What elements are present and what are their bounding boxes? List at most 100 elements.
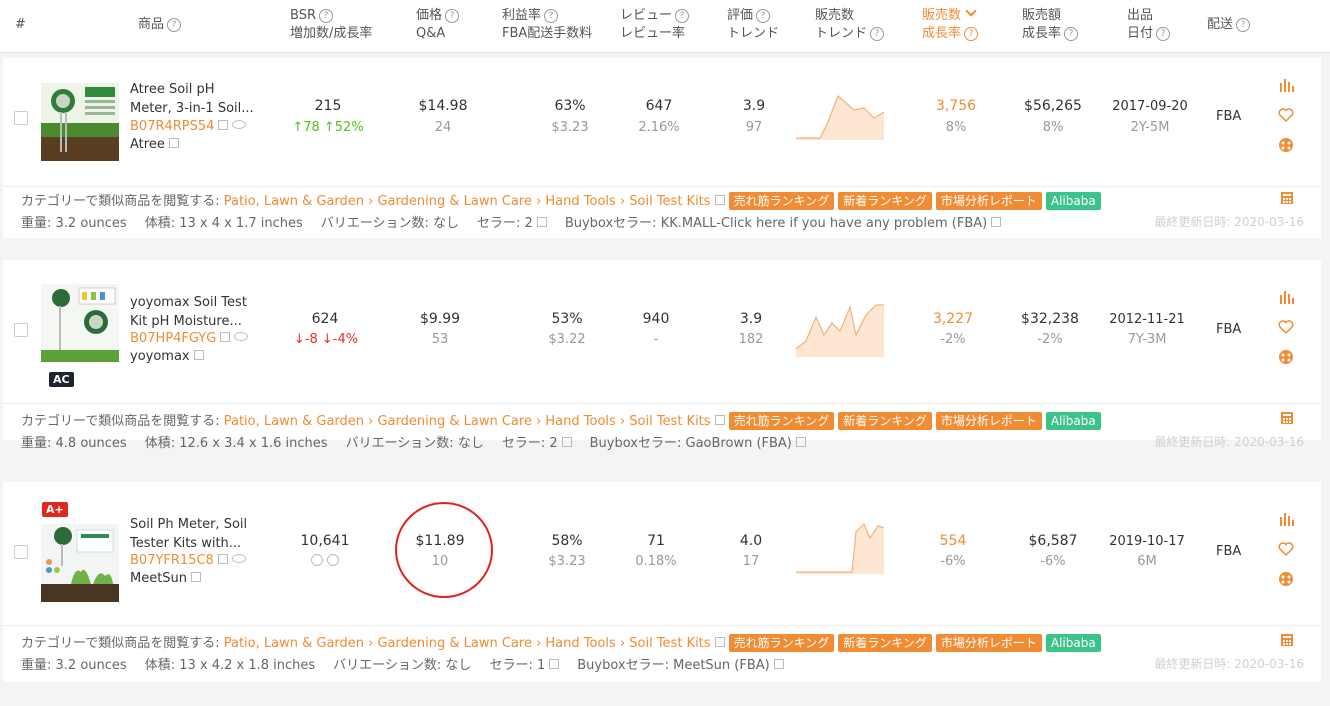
tag-alibaba[interactable]: Alibaba: [1045, 192, 1101, 210]
row-checkbox[interactable]: [14, 111, 28, 125]
compare-icon[interactable]: [1278, 137, 1294, 153]
listing-age: 7Y-3M: [1127, 332, 1167, 347]
profit-rate: 63%: [554, 98, 586, 114]
header-price[interactable]: 価格? Q&A: [416, 7, 460, 43]
sales-trend-sparkline[interactable]: [794, 92, 884, 140]
header-profit[interactable]: 利益率? FBA配送手数料: [502, 7, 592, 43]
external-link-icon[interactable]: [561, 437, 572, 447]
header-bsr[interactable]: BSR? 増加数/成長率: [290, 7, 372, 43]
header-sales-trend[interactable]: 販売数 トレンド?: [815, 7, 885, 43]
help-icon[interactable]: ?: [445, 9, 460, 23]
tag-new-release[interactable]: 新着ランキング: [838, 412, 932, 430]
category-path-link[interactable]: Patio, Lawn & Garden › Gardening & Lawn …: [224, 194, 711, 209]
external-link-icon[interactable]: [193, 350, 204, 360]
product-image[interactable]: [41, 284, 119, 362]
eye-icon[interactable]: [234, 332, 249, 341]
help-icon[interactable]: ?: [964, 27, 979, 41]
product-brand[interactable]: Atree: [130, 137, 179, 152]
help-icon[interactable]: ?: [318, 9, 333, 23]
external-link-icon[interactable]: [168, 138, 179, 148]
header-revenue[interactable]: 販売額 成長率?: [1022, 7, 1079, 43]
calculator-icon[interactable]: [1280, 633, 1294, 647]
help-icon[interactable]: ?: [870, 27, 885, 41]
product-brand[interactable]: MeetSun: [130, 571, 202, 586]
external-link-icon[interactable]: [795, 437, 806, 447]
header-review[interactable]: レビュー? レビュー率: [620, 7, 690, 43]
sales-trend-sparkline[interactable]: [794, 301, 884, 357]
info-icon[interactable]: [326, 554, 339, 566]
external-link-icon[interactable]: [217, 554, 228, 564]
heart-icon[interactable]: [1278, 541, 1294, 557]
bsr-value: 215: [314, 98, 342, 114]
tag-new-release[interactable]: 新着ランキング: [838, 192, 932, 210]
help-icon[interactable]: ?: [1064, 27, 1079, 41]
product-title[interactable]: Soil Ph Meter, Soil Tester Kits with...: [130, 515, 270, 553]
eye-icon[interactable]: [231, 554, 246, 563]
category-path-link[interactable]: Patio, Lawn & Garden › Gardening & Lawn …: [224, 414, 711, 429]
row-checkbox[interactable]: [14, 545, 28, 559]
product-asin[interactable]: B07R4RPS54: [130, 119, 247, 134]
sort-desc-icon[interactable]: [965, 5, 977, 17]
tag-alibaba[interactable]: Alibaba: [1045, 412, 1101, 430]
help-icon[interactable]: ?: [544, 9, 559, 23]
product-brand[interactable]: yoyomax: [130, 349, 204, 364]
category-path-link[interactable]: Patio, Lawn & Garden › Gardening & Lawn …: [224, 636, 711, 651]
external-link-icon[interactable]: [191, 572, 202, 582]
product-image[interactable]: [41, 83, 119, 161]
chart-bar-icon[interactable]: [1278, 511, 1294, 527]
product-image[interactable]: [41, 524, 119, 602]
header-rating[interactable]: 評価? トレンド: [727, 7, 779, 43]
review-rate: 2.16%: [638, 120, 680, 135]
category-row: カテゴリーで類似商品を閲覧する: Patio, Lawn & Garden › …: [21, 190, 1101, 210]
bsr-value: 624: [311, 311, 339, 327]
product-asin[interactable]: B07YFR15C8: [130, 553, 246, 568]
heart-icon[interactable]: [1278, 107, 1294, 123]
header-sales-growth[interactable]: 販売数 成長率?: [922, 5, 979, 43]
eye-icon[interactable]: [232, 120, 247, 129]
external-link-icon[interactable]: [773, 659, 784, 669]
review-count: 71: [647, 533, 665, 549]
chart-bar-icon[interactable]: [1278, 289, 1294, 305]
external-link-icon[interactable]: [714, 415, 725, 425]
help-icon[interactable]: ?: [675, 9, 690, 23]
header-ship[interactable]: 配送?: [1207, 16, 1251, 34]
header-product[interactable]: 商品?: [138, 16, 182, 34]
tag-alibaba[interactable]: Alibaba: [1045, 634, 1101, 652]
product-asin[interactable]: B07HP4FGYG: [130, 331, 249, 346]
external-link-icon[interactable]: [714, 195, 725, 205]
external-link-icon[interactable]: [991, 217, 1002, 227]
help-icon[interactable]: ?: [1236, 18, 1251, 32]
help-icon[interactable]: ?: [1156, 27, 1171, 41]
tag-market-report[interactable]: 市場分析レポート: [935, 412, 1042, 430]
header-date[interactable]: 出品 日付?: [1127, 7, 1171, 43]
row-checkbox[interactable]: [14, 323, 28, 337]
external-link-icon[interactable]: [536, 217, 547, 227]
compare-icon[interactable]: [1278, 349, 1294, 365]
external-link-icon[interactable]: [549, 659, 560, 669]
product-title[interactable]: Atree Soil pH Meter, 3-in-1 Soil...: [130, 80, 270, 118]
sales-trend-sparkline[interactable]: [794, 522, 884, 574]
tag-market-report[interactable]: 市場分析レポート: [935, 634, 1042, 652]
tag-bestseller[interactable]: 売れ筋ランキング: [728, 634, 835, 652]
revenue-growth: -2%: [1037, 332, 1063, 347]
product-title[interactable]: yoyomax Soil Test Kit pH Moisture...: [130, 293, 270, 331]
external-link-icon[interactable]: [714, 637, 725, 647]
tag-new-release[interactable]: 新着ランキング: [838, 634, 932, 652]
product-card: A+ Soil Ph Meter, Soil Tester Kits with..…: [3, 482, 1321, 682]
external-link-icon[interactable]: [218, 120, 229, 130]
external-link-icon[interactable]: [220, 332, 231, 342]
info-icon[interactable]: [311, 554, 324, 566]
tag-market-report[interactable]: 市場分析レポート: [935, 192, 1042, 210]
chart-bar-icon[interactable]: [1278, 77, 1294, 93]
compare-icon[interactable]: [1278, 571, 1294, 587]
tag-bestseller[interactable]: 売れ筋ランキング: [728, 412, 835, 430]
help-icon[interactable]: ?: [756, 9, 771, 23]
qa-count: 24: [434, 120, 452, 135]
help-icon[interactable]: ?: [167, 18, 182, 32]
fba-fee: $3.23: [551, 120, 589, 135]
heart-icon[interactable]: [1278, 319, 1294, 335]
calculator-icon[interactable]: [1280, 191, 1294, 205]
fba-fee: $3.22: [548, 332, 586, 347]
calculator-icon[interactable]: [1280, 411, 1294, 425]
tag-bestseller[interactable]: 売れ筋ランキング: [728, 192, 835, 210]
